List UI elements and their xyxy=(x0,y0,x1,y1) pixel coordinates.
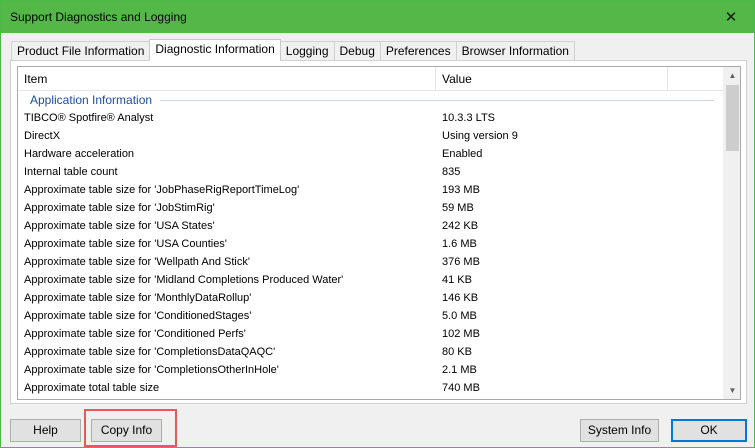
table-row[interactable]: Approximate table size for 'USA States' 2… xyxy=(18,217,724,235)
cell-item: Approximate table size for 'MonthlyDataR… xyxy=(24,292,252,304)
copy-info-button[interactable]: Copy Info xyxy=(91,419,162,442)
cell-item: TIBCO® Spotfire® Analyst xyxy=(24,112,154,124)
table-row[interactable]: TIBCO® Spotfire® Analyst 10.3.3 LTS xyxy=(18,109,724,127)
cell-value: 59 MB xyxy=(442,202,474,214)
ok-button[interactable]: OK xyxy=(671,419,747,442)
table-row[interactable]: Approximate table size for 'MonthlyDataR… xyxy=(18,289,724,307)
cell-item: Approximate table size for 'ConditionedS… xyxy=(24,310,252,322)
tab-debug[interactable]: Debug xyxy=(333,41,381,61)
cell-item: Approximate table size for 'Conditioned … xyxy=(24,328,246,340)
cell-value: Enabled xyxy=(442,148,483,160)
table-row[interactable]: Approximate table size for 'CompletionsD… xyxy=(18,343,724,361)
cell-value: 146 KB xyxy=(442,292,479,304)
cell-value: 1.6 MB xyxy=(442,238,477,250)
cell-value: 740 MB xyxy=(442,382,480,394)
scrollbar-thumb[interactable] xyxy=(726,85,739,151)
vertical-scrollbar[interactable]: ▲ ▼ xyxy=(723,67,740,399)
scroll-down-icon[interactable]: ▼ xyxy=(724,382,740,399)
group-divider xyxy=(160,99,714,101)
table-row[interactable]: Approximate table size for 'Midland Comp… xyxy=(18,271,724,289)
cell-item: Approximate table size for 'USA Counties… xyxy=(24,238,227,250)
table-row[interactable]: Internal table count 835 xyxy=(18,163,724,181)
tab-logging[interactable]: Logging xyxy=(279,41,335,61)
tab-strip: Product File Information Diagnostic Info… xyxy=(11,39,575,61)
diagnostic-information-panel: Item Value Application Information TIBCO… xyxy=(10,60,747,404)
group-label: Application Information xyxy=(30,93,153,107)
close-icon[interactable]: ✕ xyxy=(708,1,754,33)
cell-value: 41 KB xyxy=(442,274,472,286)
table-row[interactable]: Approximate table size for 'USA Counties… xyxy=(18,235,724,253)
window-title: Support Diagnostics and Logging xyxy=(10,10,187,24)
grid-header: Item Value xyxy=(18,67,740,91)
cell-item: Internal table count xyxy=(24,166,118,178)
cell-item: Approximate table size for 'CompletionsD… xyxy=(24,346,276,358)
cell-item: Approximate table size for 'JobPhaseRigR… xyxy=(24,184,300,196)
column-header-item[interactable]: Item xyxy=(18,67,436,91)
cell-value: 242 KB xyxy=(442,220,479,232)
cell-item: Approximate table size for 'CompletionsO… xyxy=(24,364,279,376)
table-row[interactable]: Approximate table size for 'ConditionedS… xyxy=(18,307,724,325)
column-header-value[interactable]: Value xyxy=(436,67,668,91)
table-row[interactable]: Approximate table size for 'Wellpath And… xyxy=(18,253,724,271)
cell-value: 80 KB xyxy=(442,346,472,358)
cell-value: 10.3.3 LTS xyxy=(442,112,495,124)
scroll-up-icon[interactable]: ▲ xyxy=(724,67,740,84)
table-row[interactable]: Approximate table size for 'JobPhaseRigR… xyxy=(18,181,724,199)
tab-browser-information[interactable]: Browser Information xyxy=(455,41,575,61)
support-diagnostics-window: Support Diagnostics and Logging ✕ Produc… xyxy=(0,0,755,448)
tab-product-file-information[interactable]: Product File Information xyxy=(11,41,151,61)
table-row[interactable]: Approximate total table size 740 MB xyxy=(18,379,724,397)
title-bar[interactable]: Support Diagnostics and Logging ✕ xyxy=(1,1,754,33)
cell-value: 835 xyxy=(442,166,461,178)
cell-item: Approximate total table size xyxy=(24,382,160,394)
cell-item: Approximate table size for 'USA States' xyxy=(24,220,215,232)
cell-item: Approximate table size for 'Midland Comp… xyxy=(24,274,344,286)
cell-value: 5.0 MB xyxy=(442,310,477,322)
system-info-button[interactable]: System Info xyxy=(580,419,659,442)
cell-item: Approximate table size for 'Wellpath And… xyxy=(24,256,250,268)
tab-diagnostic-information[interactable]: Diagnostic Information xyxy=(149,39,281,61)
cell-item: Approximate table size for 'JobStimRig' xyxy=(24,202,215,214)
group-header-application-information[interactable]: Application Information xyxy=(18,91,724,109)
tab-preferences[interactable]: Preferences xyxy=(379,41,457,61)
table-row[interactable]: Approximate table size for 'JobStimRig' 5… xyxy=(18,199,724,217)
cell-item: DirectX xyxy=(24,130,61,142)
table-row[interactable]: Hardware acceleration Enabled xyxy=(18,145,724,163)
cell-value: 102 MB xyxy=(442,328,480,340)
cell-value: 2.1 MB xyxy=(442,364,477,376)
cell-value: 376 MB xyxy=(442,256,480,268)
help-button[interactable]: Help xyxy=(10,419,81,442)
cell-value: Using version 9 xyxy=(442,130,518,142)
cell-item: Hardware acceleration xyxy=(24,148,135,160)
column-header-empty xyxy=(668,67,723,91)
grid-rows: TIBCO® Spotfire® Analyst 10.3.3 LTS Direc… xyxy=(18,109,724,397)
cell-value: 193 MB xyxy=(442,184,480,196)
table-row[interactable]: DirectX Using version 9 xyxy=(18,127,724,145)
table-row[interactable]: Approximate table size for 'CompletionsO… xyxy=(18,361,724,379)
diagnostic-grid[interactable]: Item Value Application Information TIBCO… xyxy=(17,66,741,400)
table-row[interactable]: Approximate table size for 'Conditioned … xyxy=(18,325,724,343)
